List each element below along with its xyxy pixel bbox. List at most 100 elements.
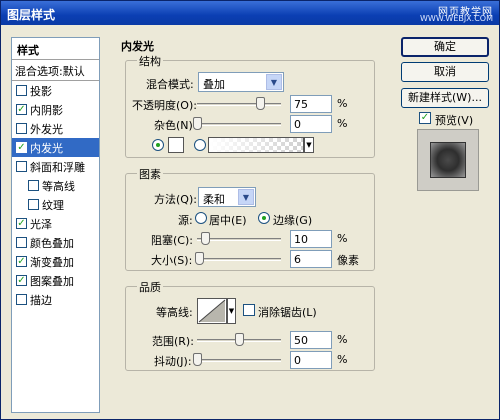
style-item-label: 等高线 bbox=[42, 180, 75, 193]
method-label: 方法(Q): bbox=[154, 193, 197, 206]
size-label: 大小(S): bbox=[151, 254, 193, 267]
style-item-checkbox[interactable] bbox=[16, 85, 27, 96]
slider-track bbox=[197, 359, 281, 362]
style-item[interactable]: 颜色叠加 bbox=[12, 233, 99, 252]
title-bar[interactable]: 图层样式 网页教学网 WWW.WEBJX.COM bbox=[1, 1, 499, 25]
range-unit: % bbox=[337, 333, 348, 346]
choke-slider[interactable] bbox=[197, 232, 281, 245]
chevron-down-icon[interactable]: ▼ bbox=[304, 137, 314, 153]
style-item-checkbox[interactable]: ✓ bbox=[16, 218, 27, 229]
dialog-title: 图层样式 bbox=[7, 8, 56, 22]
style-item-checkbox[interactable] bbox=[16, 294, 27, 305]
style-item-checkbox[interactable]: ✓ bbox=[16, 142, 27, 153]
structure-group-title: 结构 bbox=[137, 53, 163, 69]
preview-checkbox[interactable]: ✓ bbox=[419, 112, 431, 124]
style-item-label: 斜面和浮雕 bbox=[30, 161, 85, 174]
preview-label: 预览(V) bbox=[435, 114, 474, 127]
style-item-checkbox[interactable]: ✓ bbox=[16, 275, 27, 286]
choke-unit: % bbox=[337, 232, 348, 245]
noise-input[interactable]: 0 bbox=[290, 115, 332, 133]
style-item[interactable]: ✓ 渐变叠加 bbox=[12, 252, 99, 271]
style-item-label: 描边 bbox=[30, 294, 52, 307]
cancel-button[interactable]: 取消 bbox=[401, 62, 489, 82]
blend-mode-select[interactable]: 叠加 ▼ bbox=[198, 72, 284, 92]
opacity-slider[interactable] bbox=[197, 97, 281, 110]
style-item[interactable]: 外发光 bbox=[12, 119, 99, 138]
slider-thumb[interactable] bbox=[195, 252, 205, 265]
style-item[interactable]: 纹理 bbox=[12, 195, 99, 214]
watermark-bottom-text: WWW.WEBJX.COM bbox=[420, 14, 493, 23]
style-item[interactable]: ✓ 内发光 bbox=[12, 138, 99, 157]
contour-picker[interactable] bbox=[197, 298, 227, 324]
opacity-label: 不透明度(O): bbox=[132, 99, 197, 112]
style-item-checkbox[interactable] bbox=[28, 180, 39, 191]
color-mode-radio[interactable] bbox=[152, 139, 164, 151]
jitter-unit: % bbox=[337, 353, 348, 366]
style-item[interactable]: ✓ 光泽 bbox=[12, 214, 99, 233]
slider-thumb[interactable] bbox=[256, 97, 265, 110]
style-item-checkbox[interactable]: ✓ bbox=[16, 104, 27, 115]
blending-options-item[interactable]: 混合选项:默认 bbox=[12, 60, 99, 81]
noise-label: 杂色(N): bbox=[154, 119, 197, 132]
ok-button[interactable]: 确定 bbox=[401, 37, 489, 57]
chevron-down-icon[interactable]: ▼ bbox=[238, 189, 254, 205]
layer-style-dialog: 图层样式 网页教学网 WWW.WEBJX.COM 样式 混合选项:默认 投影 ✓ 内… bbox=[0, 0, 500, 420]
slider-thumb[interactable] bbox=[201, 232, 211, 245]
opacity-unit: % bbox=[337, 97, 348, 110]
styles-header[interactable]: 样式 bbox=[12, 38, 99, 60]
size-slider[interactable] bbox=[195, 252, 281, 265]
size-unit: 像素 bbox=[337, 254, 359, 267]
jitter-label: 抖动(J): bbox=[154, 355, 192, 368]
elements-group-title: 图素 bbox=[137, 166, 163, 182]
style-items-list: 投影 ✓ 内阴影 外发光 ✓ 内发光 斜面和浮雕 等高线 纹理 ✓ 光泽 颜色叠加 ✓ 渐变叠加 ✓ 图案叠加… bbox=[12, 81, 99, 309]
style-item-checkbox[interactable] bbox=[16, 237, 27, 248]
style-item-label: 内发光 bbox=[30, 142, 63, 155]
watermark-logo: 网页教学网 WWW.WEBJX.COM bbox=[407, 3, 493, 23]
source-edge-label: 边缘(G) bbox=[273, 214, 313, 227]
range-input[interactable]: 50 bbox=[290, 331, 332, 349]
choke-input[interactable]: 10 bbox=[290, 230, 332, 248]
slider-thumb[interactable] bbox=[193, 353, 202, 366]
style-item-checkbox[interactable]: ✓ bbox=[16, 256, 27, 267]
style-item-label: 纹理 bbox=[42, 199, 64, 212]
style-item[interactable]: ✓ 内阴影 bbox=[12, 100, 99, 119]
style-item-label: 内阴影 bbox=[30, 104, 63, 117]
size-input[interactable]: 6 bbox=[290, 250, 332, 268]
preview-swatch bbox=[430, 142, 466, 178]
new-style-button[interactable]: 新建样式(W)... bbox=[401, 88, 489, 108]
style-item-label: 颜色叠加 bbox=[30, 237, 74, 250]
jitter-input[interactable]: 0 bbox=[290, 351, 332, 369]
style-item[interactable]: 等高线 bbox=[12, 176, 99, 195]
style-item[interactable]: 投影 bbox=[12, 81, 99, 100]
source-center-radio[interactable] bbox=[195, 212, 207, 224]
style-list: 样式 混合选项:默认 投影 ✓ 内阴影 外发光 ✓ 内发光 斜面和浮雕 等高线 纹理 ✓ 光泽 颜色叠… bbox=[11, 37, 100, 413]
style-item-checkbox[interactable] bbox=[28, 199, 39, 210]
glow-gradient-picker[interactable] bbox=[208, 137, 304, 153]
style-item[interactable]: 描边 bbox=[12, 290, 99, 309]
style-item[interactable]: 斜面和浮雕 bbox=[12, 157, 99, 176]
contour-label: 等高线: bbox=[156, 306, 193, 319]
style-item[interactable]: ✓ 图案叠加 bbox=[12, 271, 99, 290]
opacity-input[interactable]: 75 bbox=[290, 95, 332, 113]
glow-color-swatch[interactable] bbox=[168, 137, 184, 153]
style-preview-thumbnail bbox=[417, 129, 479, 191]
slider-thumb[interactable] bbox=[193, 117, 202, 130]
chevron-down-icon[interactable]: ▼ bbox=[227, 298, 236, 324]
blend-mode-label: 混合模式: bbox=[146, 78, 194, 91]
source-edge-radio[interactable] bbox=[258, 212, 270, 224]
source-center-label: 居中(E) bbox=[209, 214, 247, 227]
quality-group-title: 品质 bbox=[137, 279, 163, 295]
slider-track bbox=[197, 103, 281, 106]
style-item-label: 投影 bbox=[30, 85, 52, 98]
jitter-slider[interactable] bbox=[193, 353, 281, 366]
antialias-checkbox[interactable] bbox=[243, 304, 255, 316]
method-select[interactable]: 柔和 ▼ bbox=[198, 187, 256, 207]
style-item-checkbox[interactable] bbox=[16, 123, 27, 134]
chevron-down-icon[interactable]: ▼ bbox=[266, 74, 282, 90]
style-item-checkbox[interactable] bbox=[16, 161, 27, 172]
noise-slider[interactable] bbox=[193, 117, 281, 130]
range-slider[interactable] bbox=[197, 333, 281, 346]
gradient-mode-radio[interactable] bbox=[194, 139, 206, 151]
slider-thumb[interactable] bbox=[235, 333, 244, 346]
slider-track bbox=[197, 258, 281, 261]
